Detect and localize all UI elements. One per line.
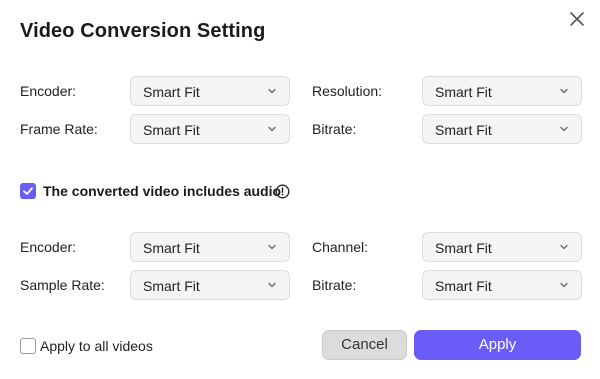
dialog-title: Video Conversion Setting [20,20,266,42]
audio-bitrate-select[interactable]: Smart Fit [422,270,582,300]
frame-rate-value: Smart Fit [143,122,200,138]
video-encoder-label: Encoder: [20,83,77,99]
audio-encoder-value: Smart Fit [143,240,200,256]
audio-encoder-label: Encoder: [20,239,77,255]
channel-label: Channel: [312,239,369,255]
sample-rate-value: Smart Fit [143,278,200,294]
chevron-down-icon [268,282,276,288]
cancel-button[interactable]: Cancel [322,330,407,360]
apply-to-all-label: Apply to all videos [40,338,153,354]
chevron-down-icon [560,282,568,288]
chevron-down-icon [560,88,568,94]
resolution-value: Smart Fit [435,84,492,100]
include-audio-label: The converted video includes audio [43,183,282,199]
chevron-down-icon [268,126,276,132]
close-icon[interactable] [566,8,588,30]
apply-to-all-checkbox[interactable] [20,338,36,354]
audio-bitrate-value: Smart Fit [435,278,492,294]
video-encoder-value: Smart Fit [143,84,200,100]
checkmark-icon [23,187,33,195]
channel-select[interactable]: Smart Fit [422,232,582,262]
sample-rate-select[interactable]: Smart Fit [130,270,290,300]
video-bitrate-value: Smart Fit [435,122,492,138]
sample-rate-label: Sample Rate: [20,277,105,293]
resolution-select[interactable]: Smart Fit [422,76,582,106]
frame-rate-label: Frame Rate: [20,121,98,137]
channel-value: Smart Fit [435,240,492,256]
info-icon[interactable] [275,184,290,199]
frame-rate-select[interactable]: Smart Fit [130,114,290,144]
video-bitrate-select[interactable]: Smart Fit [422,114,582,144]
resolution-label: Resolution: [312,83,383,99]
chevron-down-icon [268,88,276,94]
apply-button[interactable]: Apply [414,330,581,360]
include-audio-checkbox[interactable] [20,183,36,199]
chevron-down-icon [560,126,568,132]
audio-bitrate-label: Bitrate: [312,277,357,293]
video-conversion-dialog: Video Conversion Setting Encoder: Smart … [0,0,600,379]
video-encoder-select[interactable]: Smart Fit [130,76,290,106]
chevron-down-icon [268,244,276,250]
audio-encoder-select[interactable]: Smart Fit [130,232,290,262]
chevron-down-icon [560,244,568,250]
video-bitrate-label: Bitrate: [312,121,357,137]
